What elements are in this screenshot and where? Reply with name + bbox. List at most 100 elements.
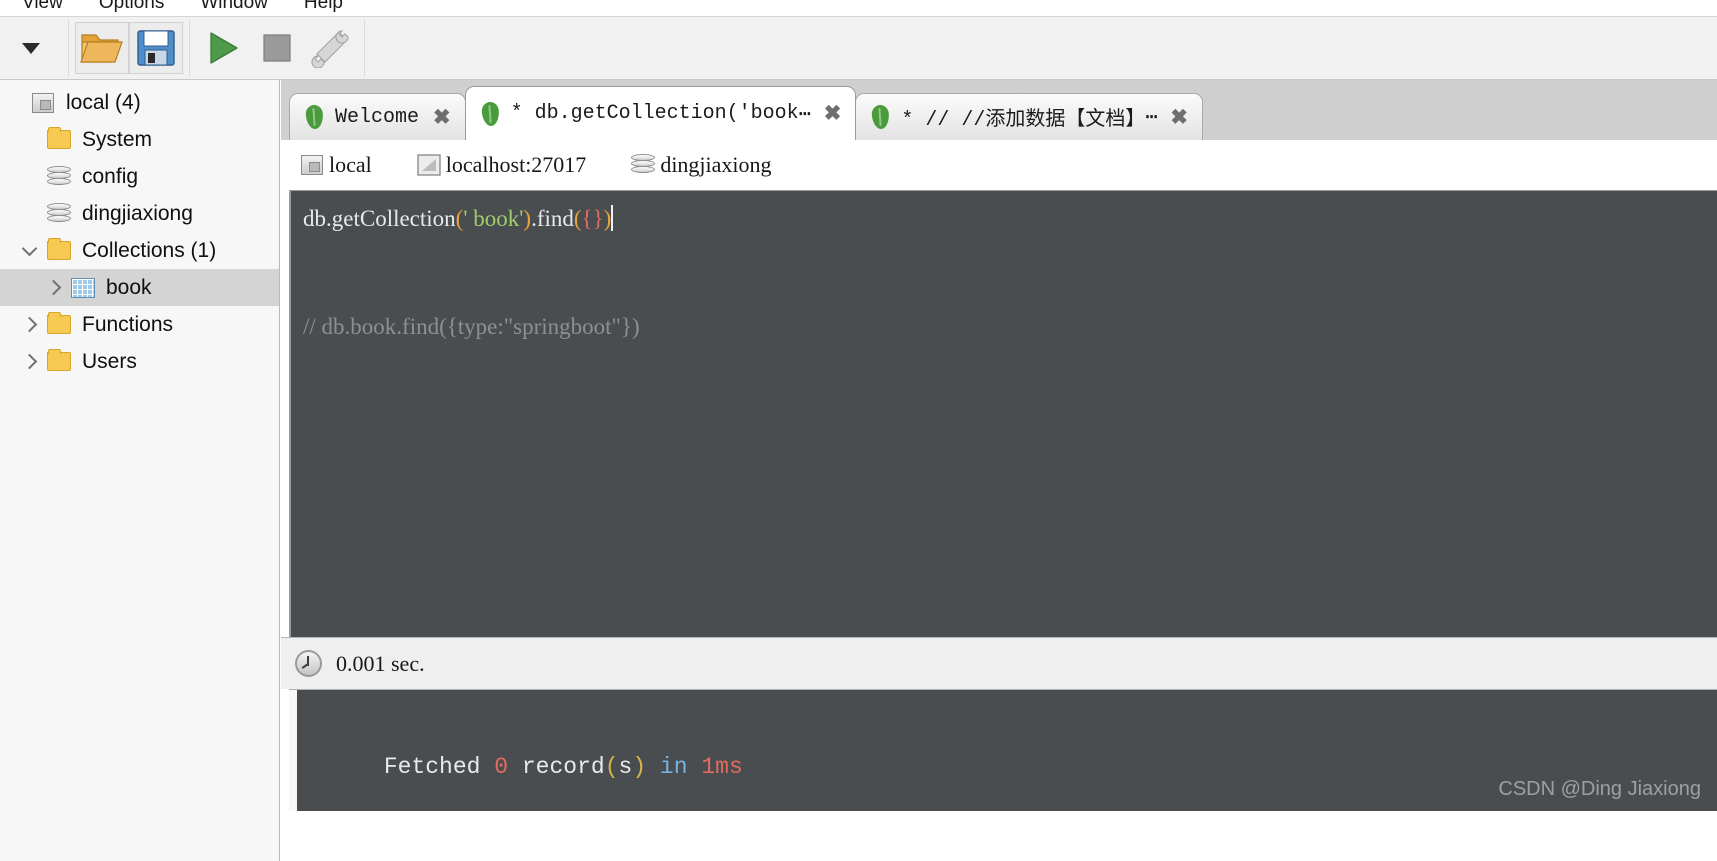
tab-truncation-ellipsis: ⋯ xyxy=(1145,107,1157,130)
server-icon xyxy=(295,155,329,175)
tree-item-label: book xyxy=(106,275,152,299)
tab-strip: Welcome ✖ * db.getCollection('book ⋯ ✖ *… xyxy=(281,80,1717,140)
connection-breadcrumb: local localhost:27017 dingjiaxiong xyxy=(281,140,1717,190)
play-icon xyxy=(210,32,238,64)
tab-truncation-ellipsis: ⋯ xyxy=(798,103,811,127)
execute-button[interactable] xyxy=(196,22,250,74)
tab-label: Welcome xyxy=(335,105,420,129)
tab-close-icon[interactable]: ✖ xyxy=(1170,107,1188,128)
clock-icon xyxy=(295,650,322,677)
collection-icon xyxy=(66,277,100,298)
tree-item-users[interactable]: Users xyxy=(0,343,279,380)
twisty-expanded-icon[interactable] xyxy=(16,240,42,257)
toolbar-group-file xyxy=(69,20,190,76)
stop-button[interactable] xyxy=(250,22,304,74)
toolbar xyxy=(0,16,1717,80)
tree-item-functions[interactable]: Functions xyxy=(0,306,279,343)
editor-token-find: .find xyxy=(531,206,574,231)
menu-item-window[interactable]: Window xyxy=(200,0,268,14)
mongodb-leaf-icon xyxy=(871,104,891,130)
twisty-collapsed-icon[interactable] xyxy=(40,279,66,296)
folder-icon xyxy=(42,349,76,371)
toolbar-group-execute xyxy=(190,20,365,76)
database-icon xyxy=(42,202,76,225)
editor-token-open-paren-2: ( xyxy=(573,206,582,231)
tree-item-label: Functions xyxy=(82,312,174,336)
tab-welcome[interactable]: Welcome ✖ xyxy=(289,93,466,140)
mongodb-leaf-icon xyxy=(480,100,500,127)
menu-item-help[interactable]: Help xyxy=(304,0,343,14)
execution-time-label: 0.001 sec. xyxy=(336,650,425,676)
editor-token-braces: {} xyxy=(581,206,604,231)
floppy-disk-icon xyxy=(137,30,175,66)
main-panel: Welcome ✖ * db.getCollection('book ⋯ ✖ *… xyxy=(281,80,1717,861)
menu-item-view[interactable]: View xyxy=(22,0,63,14)
breadcrumb-database[interactable]: dingjiaxiong xyxy=(626,152,772,178)
editor-token-method: db.getCollection xyxy=(303,206,456,231)
editor-token-close-paren-2: ) xyxy=(603,206,612,231)
tab-add-document[interactable]: * // //添加数据【文档】 ⋯ ✖ xyxy=(855,93,1203,140)
tree-item-config[interactable]: config xyxy=(0,158,279,195)
tab-getcollection-book[interactable]: * db.getCollection('book ⋯ ✖ xyxy=(464,86,857,140)
editor-container: db.getCollection(' book').find({}) // db… xyxy=(281,190,1717,637)
result-s-letter: s xyxy=(618,754,633,780)
folder-icon xyxy=(42,127,76,149)
tree-item-dingjiaxiong[interactable]: dingjiaxiong xyxy=(0,195,279,232)
result-in-word: in xyxy=(646,754,702,780)
save-file-button[interactable] xyxy=(129,22,183,74)
robo3t-window: View Options Window Help local (4) Syste… xyxy=(0,0,1717,861)
mongodb-leaf-icon xyxy=(305,104,324,130)
editor-token-close-paren: ) xyxy=(523,206,532,231)
folder-icon xyxy=(42,238,76,260)
editor-token-string: ' book' xyxy=(463,206,524,231)
result-duration: 1ms xyxy=(701,754,743,780)
twisty-collapsed-icon[interactable] xyxy=(16,353,42,370)
query-editor[interactable]: db.getCollection(' book').find({}) // db… xyxy=(289,190,1717,637)
result-close-paren: ) xyxy=(632,754,647,780)
tab-close-icon[interactable]: ✖ xyxy=(824,103,842,124)
tree-item-label: System xyxy=(82,127,153,151)
stop-icon xyxy=(263,34,291,62)
tree-item-label: local (4) xyxy=(66,90,141,114)
breadcrumb-server-label: local xyxy=(329,152,372,177)
tree-item-book[interactable]: book xyxy=(0,269,279,306)
database-tree-sidebar[interactable]: local (4) System config dingjiaxiong Col… xyxy=(0,80,280,861)
menu-bar: View Options Window Help xyxy=(0,0,1717,16)
menu-item-options[interactable]: Options xyxy=(99,0,164,14)
tab-close-icon[interactable]: ✖ xyxy=(433,107,451,128)
breadcrumb-host-label: localhost:27017 xyxy=(445,152,587,177)
result-count: 0 xyxy=(494,754,509,780)
twisty-collapsed-icon[interactable] xyxy=(16,316,42,333)
result-record-word: record xyxy=(508,754,605,780)
server-icon xyxy=(26,92,60,113)
result-open-paren: ( xyxy=(604,754,619,780)
tools-button[interactable] xyxy=(304,22,358,74)
watermark: CSDN @Ding Jiaxiong xyxy=(1498,778,1701,800)
wrench-tools-icon xyxy=(311,30,349,68)
open-file-button[interactable] xyxy=(75,22,129,74)
tree-item-local[interactable]: local (4) xyxy=(0,84,279,121)
toolbar-group-dropdown xyxy=(0,20,69,76)
database-icon xyxy=(42,165,76,188)
results-panel[interactable]: Fetched 0 record(s) in 1ms CSDN @Ding Ji… xyxy=(289,689,1717,811)
results-gutter xyxy=(289,690,297,811)
tree-item-label: dingjiaxiong xyxy=(82,201,193,225)
breadcrumb-database-label: dingjiaxiong xyxy=(660,152,772,177)
connect-dropdown-button[interactable] xyxy=(4,22,58,74)
tree-item-label: config xyxy=(82,164,139,188)
breadcrumb-server[interactable]: local xyxy=(295,152,372,178)
text-cursor xyxy=(611,205,614,231)
host-icon xyxy=(412,154,446,176)
tree-item-label: Collections (1) xyxy=(82,238,217,262)
result-prefix: Fetched xyxy=(383,754,495,780)
tab-label: * // //添加数据【文档】 xyxy=(901,109,1146,132)
editor-comment-line: // db.book.find({type:"springboot"}) xyxy=(303,314,640,339)
tab-label: * db.getCollection('book xyxy=(510,102,799,125)
breadcrumb-host[interactable]: localhost:27017 xyxy=(412,152,587,178)
chevron-down-icon xyxy=(22,42,40,54)
execution-status-bar: 0.001 sec. xyxy=(281,637,1717,689)
tree-item-system[interactable]: System xyxy=(0,121,279,158)
tree-item-collections[interactable]: Collections (1) xyxy=(0,232,279,269)
database-icon xyxy=(626,154,660,176)
tree-item-label: Users xyxy=(82,349,137,373)
